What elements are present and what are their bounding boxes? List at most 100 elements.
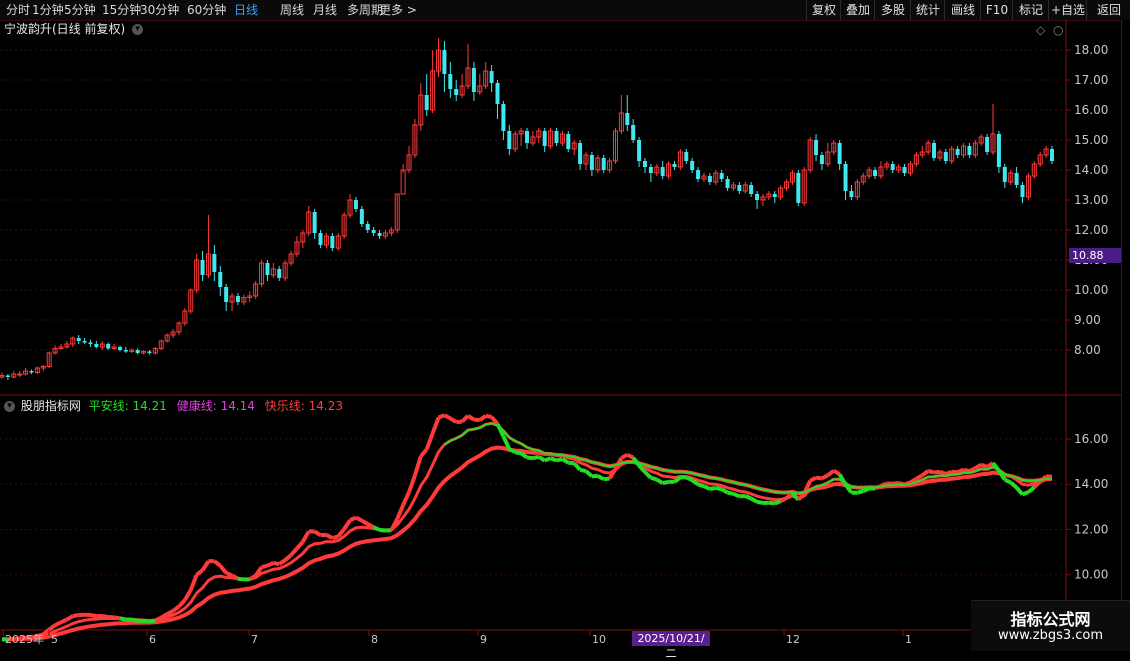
period-tab-2[interactable]: 5分钟: [64, 1, 96, 19]
diamond-icon[interactable]: ◇: [1036, 23, 1045, 37]
ping-an-line-segment: [633, 462, 639, 463]
fast-line-segment: [120, 618, 126, 619]
period-tab-3[interactable]: 15分钟: [102, 1, 141, 19]
candle-body: [891, 164, 895, 170]
kline-chart[interactable]: 18.0017.0016.0015.0014.0013.0012.0011.00…: [0, 20, 1130, 650]
candle-body: [6, 376, 10, 378]
tool-button-8[interactable]: 返回: [1086, 0, 1130, 20]
tool-button-7[interactable]: +自选: [1048, 0, 1087, 20]
price-tick-label: 16.00: [1074, 103, 1108, 117]
fast-line-segment: [574, 463, 580, 470]
fast-line-segment: [610, 469, 616, 478]
candle-body: [94, 344, 98, 347]
fast-line-segment: [657, 479, 663, 483]
candle-body: [29, 371, 33, 373]
candle-body: [507, 131, 511, 149]
fast-line-segment: [214, 561, 220, 566]
watermark-title: 指标公式网: [971, 606, 1130, 630]
date-tick-label: 1: [905, 633, 912, 646]
tool-button-3[interactable]: 统计: [910, 0, 945, 20]
fast-line-segment: [356, 518, 362, 521]
candle-body: [543, 131, 547, 146]
fast-line-segment: [203, 561, 209, 570]
candle-body: [490, 71, 494, 83]
period-tab-10[interactable]: 更多 >: [379, 1, 417, 19]
fast-line-segment: [728, 493, 734, 494]
candle-body: [873, 170, 877, 176]
fast-line-segment: [757, 502, 763, 503]
period-tab-9[interactable]: 多周期: [347, 1, 383, 19]
candle-body: [625, 113, 629, 125]
candle-body: [360, 209, 364, 224]
fast-line-segment: [822, 475, 828, 478]
fast-line-segment: [67, 616, 73, 619]
price-tick-label: 9.00: [1074, 313, 1101, 327]
chevron-down-icon[interactable]: ▾: [132, 24, 143, 35]
fast-line-segment: [486, 416, 492, 417]
ping-an-line-segment: [946, 475, 952, 476]
ping-an-line-segment: [1023, 480, 1029, 481]
fast-line-segment: [556, 459, 562, 460]
period-tab-8[interactable]: 月线: [313, 1, 337, 19]
fast-line-segment: [551, 458, 557, 460]
fast-line-segment: [391, 519, 397, 530]
period-tab-4[interactable]: 30分钟: [140, 1, 179, 19]
candle-body: [749, 185, 753, 194]
candle-body: [1003, 167, 1007, 182]
date-tick-label: 9: [480, 633, 487, 646]
period-tab-5[interactable]: 60分钟: [187, 1, 226, 19]
candle-body: [956, 149, 960, 155]
ping-an-line-segment: [456, 435, 462, 438]
candle-body: [838, 143, 842, 164]
fast-line-segment: [132, 620, 138, 621]
fast-line-segment: [368, 524, 374, 527]
fast-line-segment: [663, 482, 669, 483]
period-tab-6[interactable]: 日线: [234, 1, 258, 19]
date-tick-label: 6: [149, 633, 156, 646]
candle-body: [425, 95, 429, 110]
ping-an-line-segment: [787, 492, 793, 493]
fast-line-segment: [810, 478, 816, 481]
fast-line-segment: [61, 620, 67, 623]
candle-body: [401, 170, 405, 194]
tool-button-0[interactable]: 复权: [806, 0, 841, 20]
fast-line-segment: [828, 471, 834, 476]
tool-button-4[interactable]: 画线: [944, 0, 981, 20]
candle-body: [814, 140, 818, 155]
price-tick-label: 13.00: [1074, 193, 1108, 207]
fast-line-segment: [621, 455, 627, 458]
fast-line-segment: [775, 501, 781, 503]
tool-button-1[interactable]: 叠加: [840, 0, 875, 20]
candle-body: [265, 263, 269, 275]
ping-an-line-segment: [775, 492, 781, 493]
ping-an-line-segment: [669, 471, 675, 472]
ping-an-line-segment: [851, 487, 857, 488]
candle-body: [454, 89, 458, 95]
candle-body: [354, 200, 358, 209]
date-tick-label: 7: [251, 633, 258, 646]
circle-icon[interactable]: ○: [1053, 23, 1063, 37]
candle-body: [212, 254, 216, 272]
ping-an-line-segment: [893, 485, 899, 486]
ping-an-line-segment: [816, 485, 822, 486]
fast-line-segment: [297, 542, 303, 549]
fast-line-segment: [90, 615, 96, 616]
ping-an-line-segment: [739, 484, 745, 485]
tool-button-2[interactable]: 多股: [874, 0, 911, 20]
period-tab-0[interactable]: 分时: [6, 1, 30, 19]
candle-body: [967, 146, 971, 155]
candle-body: [147, 352, 151, 354]
candle-body: [201, 260, 205, 275]
fast-line-segment: [415, 456, 421, 475]
tool-button-5[interactable]: F10: [980, 0, 1013, 20]
candle-body: [525, 131, 529, 143]
candle-body: [672, 164, 676, 167]
candle-body: [136, 350, 140, 353]
ping-an-line-segment: [551, 454, 557, 455]
fast-line-segment: [940, 472, 946, 474]
period-tab-1[interactable]: 1分钟: [32, 1, 64, 19]
tool-button-6[interactable]: 标记: [1012, 0, 1049, 20]
price-tick-label: 8.00: [1074, 343, 1101, 357]
period-tab-7[interactable]: 周线: [280, 1, 304, 19]
settings-icon[interactable]: ▾: [4, 401, 15, 412]
